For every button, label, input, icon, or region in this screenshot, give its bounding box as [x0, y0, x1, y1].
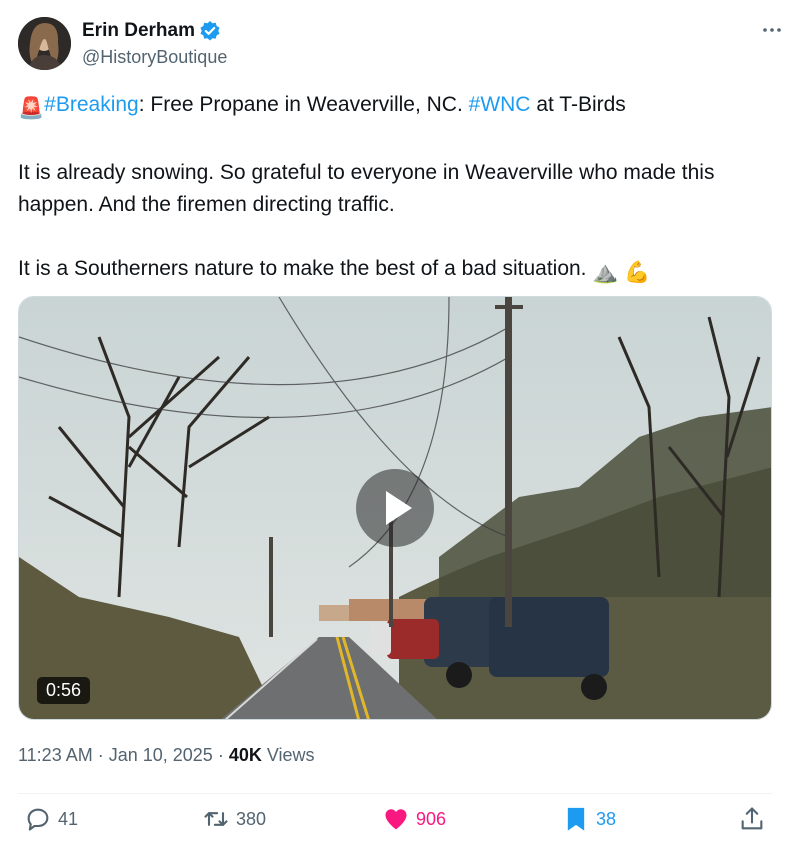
reply-count: 41	[58, 808, 79, 829]
bookmark-button[interactable]: 38	[562, 805, 616, 833]
play-icon[interactable]	[356, 469, 434, 547]
user-info: Erin Derham @HistoryBoutique	[82, 19, 227, 68]
siren-emoji: 🚨	[18, 97, 45, 120]
share-icon	[738, 805, 766, 833]
flexed-biceps-emoji: 💪	[624, 261, 651, 284]
tweet-line-1: 🚨#Breaking: Free Propane in Weaverville,…	[18, 89, 778, 125]
tweet-header: Erin Derham @HistoryBoutique	[18, 17, 784, 71]
tweet-text-segment: at T-Birds	[530, 93, 626, 116]
tweet-paragraph-3: It is a Southerners nature to make the b…	[18, 253, 778, 289]
repost-button[interactable]: 380	[202, 805, 266, 833]
repost-count: 380	[236, 808, 267, 829]
video-player[interactable]: 0:56	[18, 296, 772, 720]
tweet-time[interactable]: 11:23 AM	[18, 745, 93, 765]
tweet-paragraph-2: It is already snowing. So grateful to ev…	[18, 161, 715, 216]
hashtag-wnc-link[interactable]: #WNC	[469, 93, 531, 116]
meta-separator: ·	[92, 745, 109, 765]
video-duration-badge: 0:56	[37, 677, 91, 704]
divider	[18, 793, 772, 794]
mountain-emoji: ⛰️	[592, 261, 619, 284]
author-name[interactable]: Erin Derham	[82, 20, 195, 42]
repost-icon	[202, 805, 230, 833]
views-label: Views	[261, 745, 315, 765]
tweet-text: 🚨#Breaking: Free Propane in Weaverville,…	[18, 89, 778, 321]
tweet-text-segment: : Free Propane in Weaverville, NC.	[138, 93, 469, 116]
tweet-text-segment: It is a Southerners nature to make the b…	[18, 257, 587, 280]
action-bar: 41 380 906 38	[18, 805, 778, 849]
share-button[interactable]	[738, 805, 766, 833]
tweet-meta: 11:23 AM · Jan 10, 2025 · 40K Views	[18, 745, 315, 766]
verified-badge-icon	[199, 20, 221, 42]
hashtag-breaking-link[interactable]: #Breaking	[44, 93, 139, 116]
heart-icon	[382, 805, 410, 833]
avatar[interactable]	[18, 17, 71, 70]
reply-button[interactable]: 41	[24, 805, 78, 833]
reply-icon	[24, 805, 52, 833]
more-horizontal-icon[interactable]	[760, 19, 784, 43]
tweet-date[interactable]: Jan 10, 2025	[109, 745, 213, 765]
meta-separator: ·	[212, 745, 229, 765]
like-count: 906	[416, 808, 447, 829]
bookmark-count: 38	[596, 808, 617, 829]
like-button[interactable]: 906	[382, 805, 446, 833]
author-handle[interactable]: @HistoryBoutique	[82, 47, 227, 68]
bookmark-icon	[562, 805, 590, 833]
views-count: 40K	[228, 745, 262, 765]
